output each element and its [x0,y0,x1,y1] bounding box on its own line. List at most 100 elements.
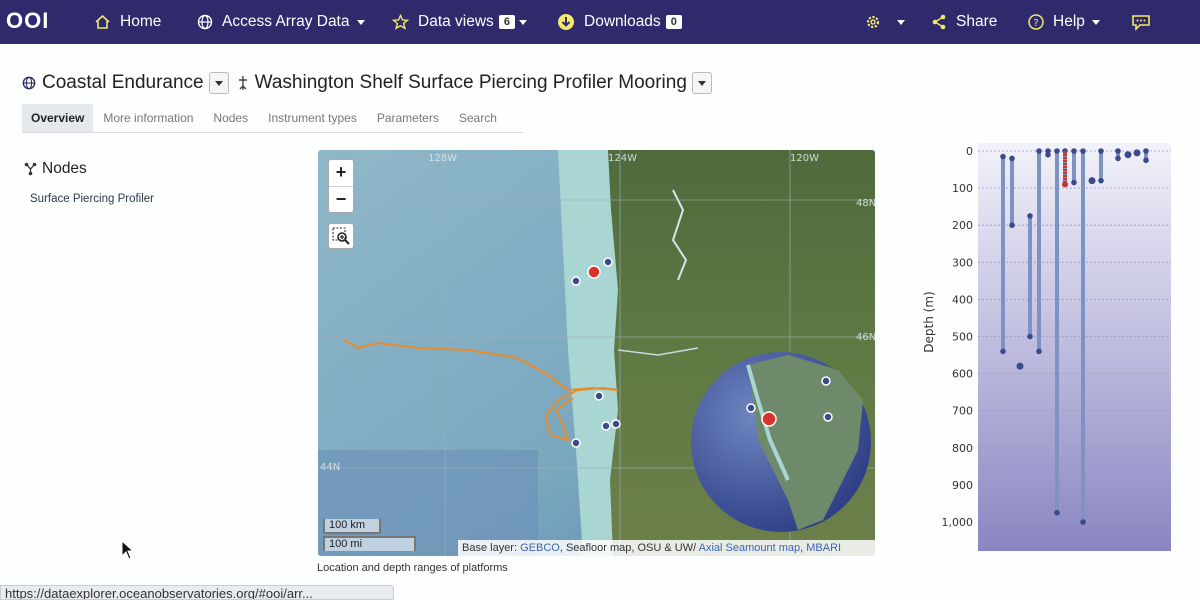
platform-marker[interactable] [571,438,581,448]
depth-tick-label: 700 [952,405,973,418]
ooi-logo[interactable]: OOI [6,8,49,34]
depth-range-endpoint [1071,179,1077,186]
chevron-down-icon [897,19,905,25]
array-dropdown-button[interactable] [208,72,229,94]
depth-range-endpoint [1143,148,1149,154]
platform-marker[interactable] [603,257,613,267]
node-link-surface-piercing-profiler[interactable]: Surface Piercing Profiler [30,193,154,205]
globe-marker [746,403,756,413]
depth-tick-label: 200 [952,219,973,232]
data-views-count-badge: 6 [498,15,515,29]
chevron-down-icon [518,19,527,25]
platform-marker[interactable] [594,391,604,401]
scale-bar-km: 100 km [323,519,381,534]
chevron-down-icon [1091,19,1100,25]
depth-tick-label: 300 [952,256,973,269]
nav-access-array-data[interactable]: Access Array Data [197,0,365,44]
chevron-down-icon [356,19,365,25]
globe-marker [821,376,831,386]
tab-more-information[interactable]: More information [93,104,203,132]
nav-settings[interactable] [865,0,905,44]
tab-nodes[interactable]: Nodes [203,104,258,132]
nav-feedback[interactable] [1131,0,1160,44]
top-navbar: OOI Home Access Array Data Data views 6 … [0,0,1200,44]
depth-tick-label: 900 [952,479,973,492]
depth-tick-label: 100 [952,182,973,195]
platform-marker[interactable] [601,421,611,431]
site-dropdown-button[interactable] [691,72,712,94]
depth-axis-label: Depth (m) [922,291,936,352]
depth-range-endpoint [1009,155,1015,162]
chat-bubble-icon [1131,14,1151,31]
home-icon [94,14,111,30]
map-canvas: 128W 124W 120W 48N 46N 44N [318,150,875,556]
depth-tick-label: 500 [952,331,973,344]
depth-point[interactable] [1088,177,1096,185]
svg-text:?: ? [1033,18,1038,29]
platform-marker[interactable] [611,419,621,429]
question-circle-icon: ? [1028,14,1044,30]
globe-marker [823,412,833,422]
depth-point[interactable] [1124,151,1132,159]
nav-share[interactable]: Share [931,0,997,44]
nav-home[interactable]: Home [94,0,161,44]
map-attribution: Base layer: GEBCO, Seafloor map, OSU & U… [458,540,875,556]
lat-label-46n: 46N [856,332,875,343]
nav-data-views[interactable]: Data views 6 [392,0,527,44]
download-icon [557,13,575,31]
depth-range-endpoint [1098,177,1104,184]
lat-label-44n: 44N [320,462,340,473]
gebco-link[interactable]: GEBCO [520,542,560,554]
gear-icon [865,14,881,30]
globe-inset [691,352,871,532]
depth-range-endpoint [1054,148,1060,154]
location-map[interactable]: 128W 124W 120W 48N 46N 44N [318,150,875,556]
nav-data-views-label: Data views [418,13,494,30]
axial-seamount-link[interactable]: Axial Seamount map [699,542,801,554]
depth-range-endpoint [1054,509,1060,516]
tab-instrument-types[interactable]: Instrument types [258,104,367,132]
array-title: Coastal Endurance [42,72,204,93]
tab-overview[interactable]: Overview [22,104,94,132]
map-caption: Location and depth ranges of platforms [317,562,508,574]
mbari-link[interactable]: MBARI [806,542,841,554]
globe-icon [197,14,213,30]
depth-range-endpoint [1098,148,1104,154]
platform-marker[interactable] [587,265,601,279]
depth-range-endpoint [1000,348,1006,355]
nav-downloads-label: Downloads [584,13,661,30]
page-tabs: Overview More information Nodes Instrume… [22,104,523,133]
nav-share-label: Share [956,13,998,30]
box-zoom-button[interactable] [328,223,354,249]
platform-marker[interactable] [571,276,581,286]
nav-downloads[interactable]: Downloads 0 [557,0,682,44]
zoom-out-button[interactable]: − [329,186,353,212]
mouse-pointer-icon [121,540,135,560]
depth-tick-label: 400 [952,293,973,306]
depth-point[interactable] [1016,362,1024,370]
depth-range-endpoint [1115,148,1121,154]
tab-parameters[interactable]: Parameters [367,104,449,132]
depth-range-endpoint [1071,148,1077,154]
nodes-heading-label: Nodes [42,160,87,177]
depth-point[interactable] [1133,149,1141,157]
depth-chart-background [978,143,1171,551]
nav-help-label: Help [1053,13,1085,30]
depth-range-endpoint [1009,222,1015,228]
depth-range-endpoint [1080,148,1086,154]
globe-icon [22,76,36,90]
tab-search[interactable]: Search [449,104,507,132]
lon-label-120w: 120W [790,153,819,164]
share-icon [931,14,947,30]
depth-tick-label: 1,000 [942,516,974,529]
depth-range-endpoint [1045,151,1051,158]
scale-bar-mi: 100 mi [323,536,416,551]
depth-range-chart: 0 100 200 300 400 500 600 700 800 900 1,000 Depth … [922,143,1171,551]
star-icon [392,14,409,30]
downloads-count-badge: 0 [665,15,682,29]
zoom-in-button[interactable]: + [329,160,353,186]
lon-label-124w: 124W [608,153,637,164]
depth-range-endpoint [1143,157,1149,164]
nav-access-label: Access Array Data [222,13,350,30]
nav-help[interactable]: ? Help [1028,0,1100,44]
